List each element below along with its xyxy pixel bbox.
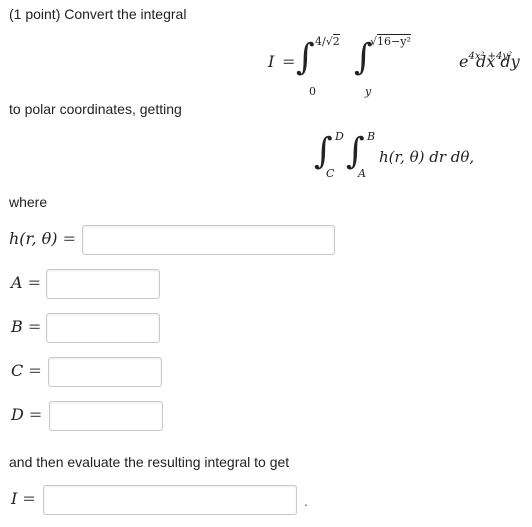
c-label: C = [11,361,42,380]
trailing-period: . [304,493,308,509]
d-label-text: D [11,405,24,424]
i-equals: = [22,489,36,508]
i-input[interactable] [43,485,297,515]
b-label: B = [11,317,41,336]
sqrt-symbol: √ [325,35,333,48]
integral-lhs: I [268,52,275,71]
b-input[interactable] [46,313,160,343]
h-label: h(r, θ) = [9,229,76,248]
h-equals: = [62,229,76,248]
polar-inner-lower-limit: A [358,167,366,180]
polar-outer-upper-limit: D [335,130,344,143]
inner-upper-limit: √16−y² [370,34,411,48]
h-label-text: h(r, θ) [9,229,58,248]
polar-outer-lower-limit: C [326,167,335,180]
i-label-text: I [11,489,18,508]
h-input[interactable] [82,225,335,255]
polar-intro-text: to polar coordinates, getting [9,101,182,117]
i-label: I = [11,489,36,508]
outer-integral-sign: ∫ [296,37,315,78]
sqrt-symbol-inner: √ [370,35,378,48]
original-integral: I = ∫ 0 4/√2 ∫ y √16−y² e4x² +4y² dx dy [262,34,532,97]
outer-upper-limit: 4/√2 [315,34,340,48]
c-label-text: C [11,361,24,380]
d-equals: = [28,405,43,424]
inner-lower-limit: y [365,85,372,98]
polar-integrand: h(r, θ) dr dθ, [379,148,475,166]
inner-upper-radicand: 16−y² [377,34,411,48]
a-label: A = [11,273,41,292]
c-input[interactable] [48,357,162,387]
outer-upper-radicand: 2 [332,34,340,48]
b-label-text: B [11,317,23,336]
a-equals: = [27,273,42,292]
problem-statement: (1 point) Convert the integral [9,6,187,22]
polar-inner-upper-limit: B [367,130,376,143]
integral-equals: = [282,52,296,71]
outer-upper-numerator: 4/ [315,35,326,48]
polar-outer-integral-sign: ∫ [314,131,333,172]
b-equals: = [27,317,42,336]
d-input[interactable] [49,401,163,431]
outer-lower-limit: 0 [309,85,316,98]
integral-differentials: dx dy [476,52,520,71]
where-text: where [9,194,48,210]
a-label-text: A [11,273,23,292]
polar-integral: ∫ C D ∫ A B h(r, θ) dr dθ, [310,128,532,184]
c-equals: = [28,361,42,380]
d-label: D = [11,405,42,424]
polar-inner-integral-sign: ∫ [346,131,365,172]
a-input[interactable] [46,269,160,299]
evaluate-text: and then evaluate the resulting integral… [9,454,290,470]
